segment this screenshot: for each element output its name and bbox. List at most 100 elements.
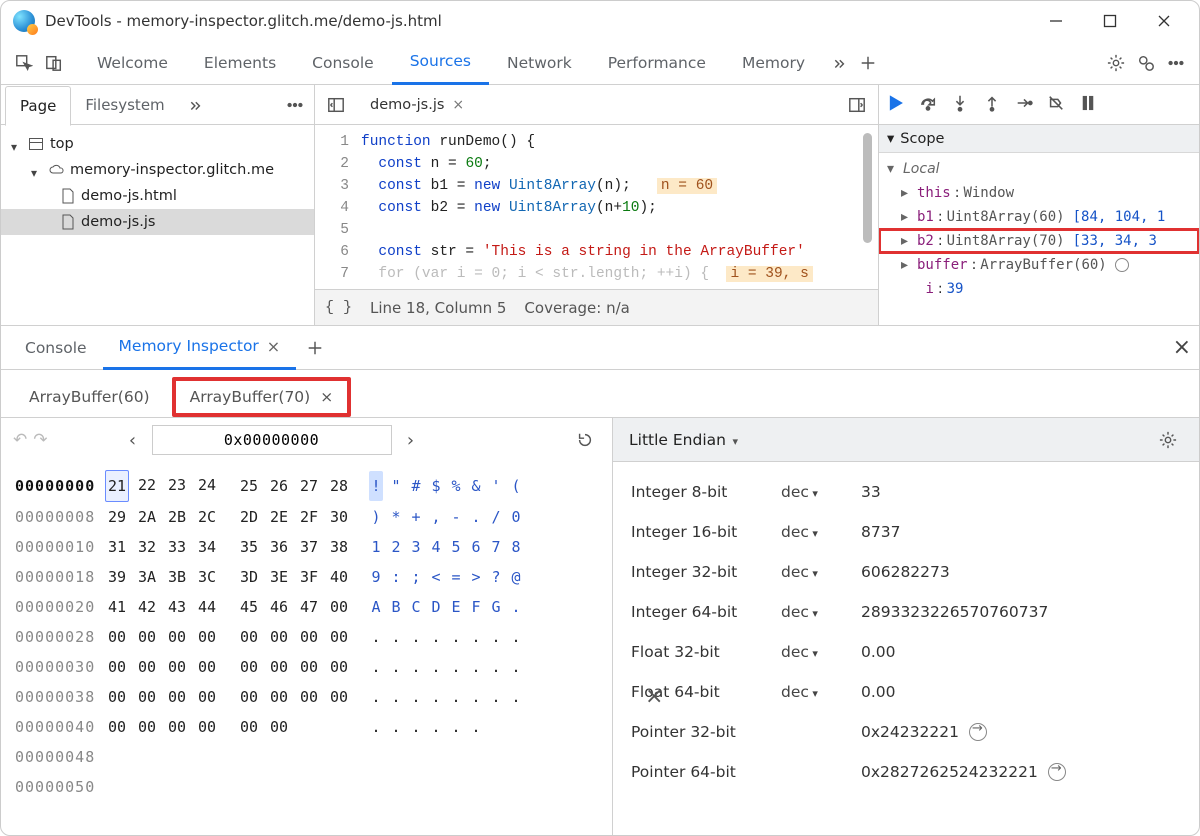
drawer-tab-memory-inspector[interactable]: Memory Inspector× (103, 326, 297, 370)
hex-byte[interactable] (327, 712, 351, 742)
drawer-tab-console[interactable]: Console (9, 326, 103, 370)
value-encoding-selector[interactable]: dec (781, 483, 861, 501)
ascii-char[interactable]: D (429, 592, 443, 622)
ascii-char[interactable]: . (469, 502, 483, 532)
expand-icon[interactable] (11, 139, 22, 150)
ascii-char[interactable]: F (469, 592, 483, 622)
hex-byte[interactable]: 2B (165, 502, 189, 532)
ascii-char[interactable]: + (409, 502, 423, 532)
address-input[interactable] (152, 425, 392, 455)
editor-tab[interactable]: demo-js.js × (357, 87, 477, 123)
page-prev-icon[interactable]: ‹ (120, 430, 146, 451)
ascii-char[interactable]: , (429, 502, 443, 532)
step-over-button[interactable] (919, 94, 937, 116)
more-navigator-tabs-icon[interactable] (179, 90, 209, 120)
hex-byte[interactable]: 39 (105, 562, 129, 592)
hex-byte[interactable]: 35 (237, 532, 261, 562)
ascii-char[interactable]: 4 (429, 532, 443, 562)
scope-var-i[interactable]: i: 39 (879, 277, 1199, 301)
toggle-debugger-icon[interactable] (842, 90, 872, 120)
brackets-icon[interactable]: { } (325, 299, 352, 316)
hex-byte[interactable]: 32 (135, 532, 159, 562)
panel-tab-memory[interactable]: Memory (724, 41, 823, 85)
hex-byte[interactable]: 00 (165, 682, 189, 712)
hex-byte[interactable]: 00 (327, 682, 351, 712)
hex-byte[interactable]: 00 (297, 682, 321, 712)
ascii-char[interactable]: 1 (369, 532, 383, 562)
value-encoding-selector[interactable]: dec (781, 563, 861, 581)
refresh-icon[interactable] (570, 425, 600, 455)
issues-icon[interactable] (1131, 48, 1161, 78)
jump-to-address-icon[interactable] (969, 723, 987, 741)
ascii-char[interactable]: - (449, 502, 463, 532)
ascii-char[interactable]: 3 (409, 532, 423, 562)
panel-tab-sources[interactable]: Sources (392, 41, 489, 85)
hex-byte[interactable]: 3C (195, 562, 219, 592)
ascii-char[interactable]: . (449, 652, 463, 682)
hex-byte[interactable]: 26 (267, 471, 291, 501)
memory-tab-ab60[interactable]: ArrayBuffer(60) (15, 377, 164, 417)
hex-byte[interactable] (297, 712, 321, 742)
settings-gear-icon[interactable] (1101, 48, 1131, 78)
ascii-char[interactable]: ( (509, 471, 523, 501)
ascii-char[interactable]: < (429, 562, 443, 592)
hex-byte[interactable]: 25 (237, 471, 261, 501)
hex-byte[interactable]: 2E (267, 502, 291, 532)
hex-byte[interactable]: 00 (327, 622, 351, 652)
hex-byte[interactable]: 2F (297, 502, 321, 532)
hex-row[interactable]: 000000380000000000000000........ (15, 682, 602, 712)
ascii-char[interactable]: ) (369, 502, 383, 532)
hex-byte[interactable]: 31 (105, 532, 129, 562)
ascii-char[interactable]: . (449, 682, 463, 712)
hex-byte[interactable]: 00 (135, 682, 159, 712)
hex-row[interactable]: 000000002122232425262728!"#$%&'( (15, 470, 602, 502)
memory-tab-ab70[interactable]: ArrayBuffer(70)× (172, 377, 352, 417)
panel-tab-welcome[interactable]: Welcome (79, 41, 186, 85)
panel-tab-network[interactable]: Network (489, 41, 590, 85)
ascii-char[interactable]: . (369, 652, 383, 682)
hex-byte[interactable]: 3A (135, 562, 159, 592)
hex-byte[interactable]: 00 (195, 682, 219, 712)
ascii-char[interactable]: > (469, 562, 483, 592)
pause-exceptions-button[interactable] (1079, 94, 1097, 116)
inspect-element-icon[interactable] (9, 48, 39, 78)
ascii-char[interactable]: . (469, 682, 483, 712)
ascii-char[interactable]: " (389, 471, 403, 501)
close-drawer-icon[interactable]: × (1173, 335, 1191, 360)
hex-byte[interactable]: 00 (297, 652, 321, 682)
hex-byte[interactable]: 00 (135, 712, 159, 742)
hex-row[interactable]: 00000040000000000000...... (15, 712, 602, 742)
deactivate-breakpoints-button[interactable] (1047, 94, 1065, 116)
hex-byte[interactable]: 00 (105, 622, 129, 652)
hex-byte[interactable]: 30 (327, 502, 351, 532)
hex-row[interactable]: 00000050 (15, 772, 602, 802)
hex-row[interactable]: 00000010313233343536373812345678 (15, 532, 602, 562)
value-encoding-selector[interactable]: dec (781, 643, 861, 661)
resume-button[interactable] (887, 94, 905, 116)
tree-file-html[interactable]: demo-js.html (1, 183, 314, 209)
ascii-char[interactable]: . (409, 682, 423, 712)
ascii-char[interactable]: ! (369, 471, 383, 501)
ascii-char[interactable]: . (369, 622, 383, 652)
hex-byte[interactable]: 23 (165, 470, 189, 502)
tree-file-js[interactable]: demo-js.js (1, 209, 314, 235)
hex-byte[interactable]: 00 (195, 652, 219, 682)
ascii-char[interactable]: . (469, 622, 483, 652)
hex-byte[interactable]: 00 (237, 712, 261, 742)
hex-byte[interactable]: 00 (105, 652, 129, 682)
ascii-char[interactable]: . (369, 712, 383, 742)
reveal-in-memory-icon[interactable] (1115, 258, 1129, 272)
ascii-char[interactable]: . (509, 652, 523, 682)
scope-section-header[interactable]: Scope (879, 125, 1199, 153)
close-tab-icon[interactable]: × (320, 388, 333, 406)
scope-var-b2[interactable]: b2: Uint8Array(70) [33, 34, 3 (879, 229, 1199, 253)
toggle-navigator-icon[interactable] (321, 90, 351, 120)
hex-byte[interactable]: 2D (237, 502, 261, 532)
hex-byte[interactable]: 46 (267, 592, 291, 622)
scope-local[interactable]: Local (879, 157, 1199, 181)
ascii-char[interactable]: . (409, 712, 423, 742)
ascii-char[interactable]: . (449, 712, 463, 742)
hex-row[interactable]: 00000008292A2B2C2D2E2F30)*+,-./0 (15, 502, 602, 532)
expand-icon[interactable] (31, 165, 42, 176)
endianness-selector[interactable]: Little Endian (629, 431, 738, 449)
